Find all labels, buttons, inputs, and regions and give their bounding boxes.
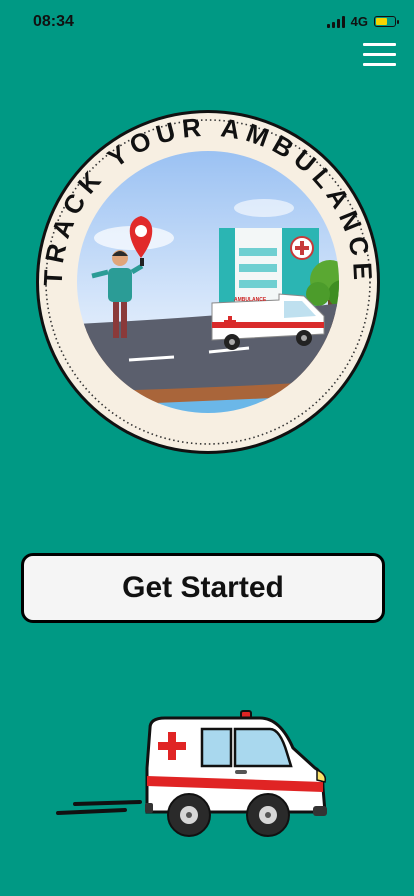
status-bar: 08:34 4G [0,0,414,44]
status-icons: 4G [326,14,399,29]
track-ambulance-badge: TRACK YOUR AMBULANCE AMBULANCE [36,110,380,454]
hamburger-menu-icon[interactable] [363,43,396,67]
status-time: 08:34 [33,13,74,30]
badge-scene: AMBULANCE [77,151,339,413]
network-type: 4G [350,14,368,29]
speed-lines [56,800,142,815]
ambulance-label: AMBULANCE [234,297,267,303]
battery-icon [374,16,399,27]
get-started-button[interactable]: Get Started [21,553,385,623]
ambulance-van-icon [145,710,327,837]
ambulance-illustration [56,710,327,837]
signal-icon [326,15,345,28]
